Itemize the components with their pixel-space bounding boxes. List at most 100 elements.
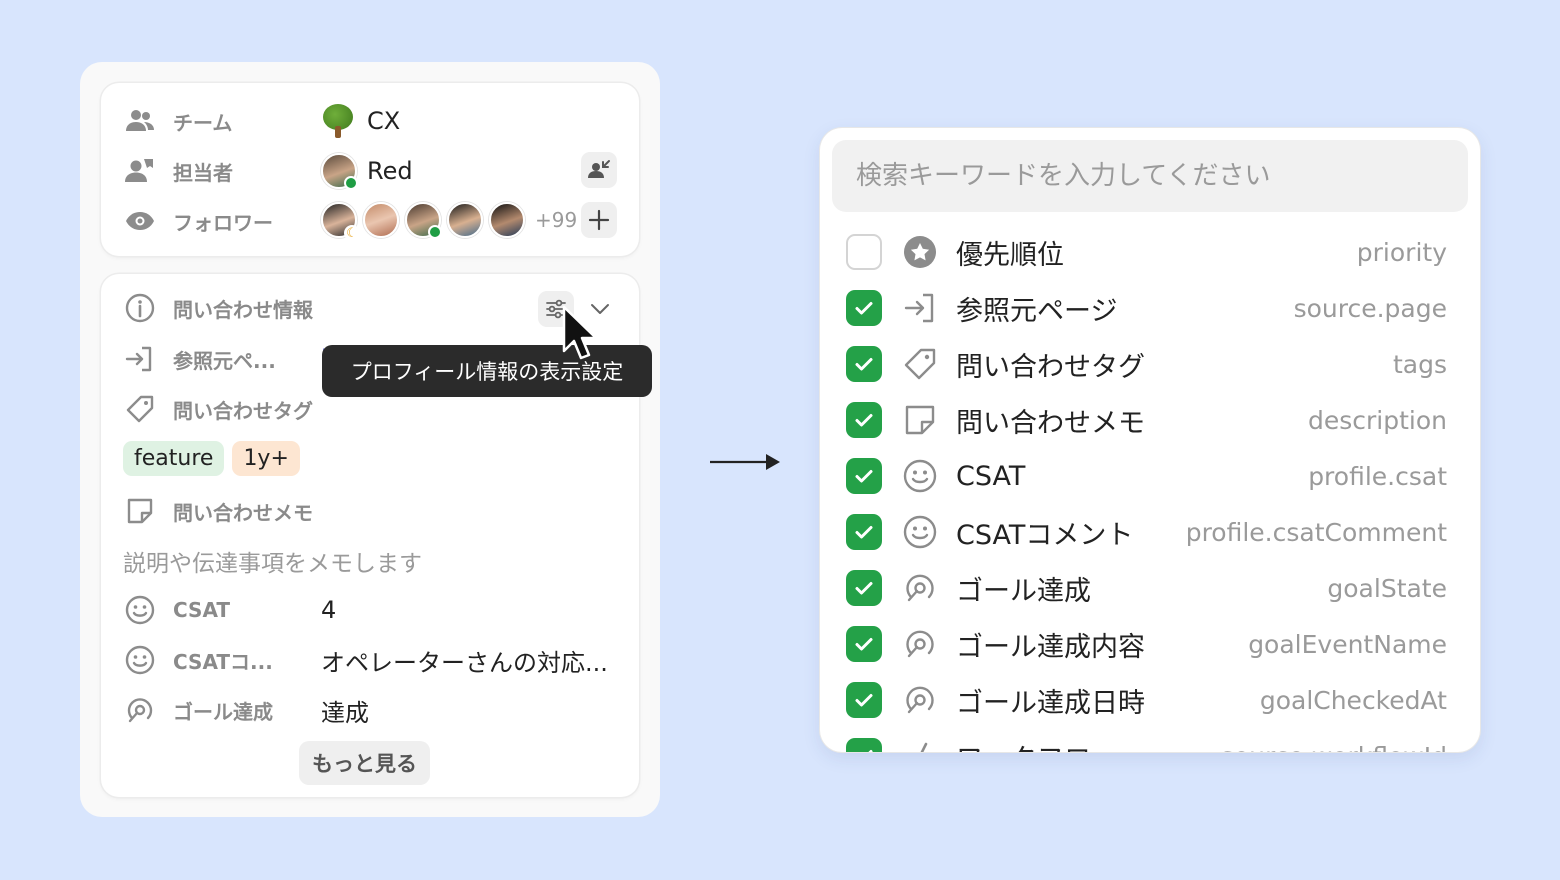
goal-label: ゴール達成: [173, 699, 273, 724]
people-card: チーム CX 担当者 Red フォロワー ☾ +99: [101, 83, 639, 256]
field-option-key: goalEventName: [1248, 629, 1447, 659]
assignee-icon: [123, 154, 157, 188]
field-checkbox[interactable]: [846, 738, 882, 752]
mouse-cursor-icon: [562, 305, 598, 360]
add-follower-button[interactable]: [581, 202, 617, 238]
team-icon: [123, 104, 157, 138]
assignee-value[interactable]: Red: [321, 153, 413, 190]
follower-avatar: [447, 202, 483, 238]
field-option-key: description: [1307, 405, 1447, 435]
field-checkbox[interactable]: [846, 626, 882, 662]
assign-to-me-icon: [588, 160, 610, 178]
smile-icon: [123, 643, 157, 677]
field-option-row[interactable]: 参照元ページ source.page: [820, 280, 1480, 336]
smile-icon: [902, 458, 938, 494]
assignee-row: 担当者 Red: [123, 153, 623, 190]
memo-row: 問い合わせメモ: [123, 493, 623, 529]
search-input[interactable]: [832, 140, 1468, 212]
star-icon: [902, 234, 938, 270]
show-more-button[interactable]: もっと見る: [299, 741, 430, 785]
field-option-key: tags: [1392, 349, 1447, 379]
field-checkbox[interactable]: [846, 346, 882, 382]
field-option-row[interactable]: 優先順位 priority: [820, 224, 1480, 280]
enter-icon: [902, 290, 938, 326]
goal-icon: [902, 570, 938, 606]
goal-row: ゴール達成 達成: [123, 692, 623, 728]
goal-icon: [123, 693, 157, 727]
csat-label: CSAT: [173, 598, 231, 622]
info-icon: [123, 291, 157, 325]
away-moon-icon: ☾: [344, 225, 360, 241]
plus-icon: [588, 209, 610, 231]
field-option-label: 問い合わせメモ: [956, 407, 1145, 439]
follower-avatar: [405, 202, 442, 239]
follower-avatar: [363, 202, 399, 238]
memo-label: 問い合わせメモ: [173, 500, 313, 525]
online-status-dot: [428, 225, 442, 239]
arrow-right-icon: [710, 454, 780, 470]
field-option-key: source.workflowId: [1221, 742, 1447, 753]
online-status-dot: [344, 176, 358, 190]
field-option-label: ゴール達成: [956, 575, 1091, 607]
field-checkbox[interactable]: [846, 234, 882, 270]
field-checkbox[interactable]: [846, 514, 882, 550]
csat-comment-row: CSATコ... オペレーターさんの対応...: [123, 642, 623, 678]
field-option-row[interactable]: CSATコメント profile.csatComment: [820, 504, 1480, 560]
field-checkbox[interactable]: [846, 570, 882, 606]
field-option-row[interactable]: 問い合わせタグ tags: [820, 336, 1480, 392]
field-option-key: goalCheckedAt: [1259, 685, 1447, 715]
tag-icon: [123, 392, 157, 426]
field-option-row[interactable]: CSAT profile.csat: [820, 448, 1480, 504]
field-option-label: 参照元ページ: [956, 295, 1118, 327]
assignee-label: 担当者: [173, 160, 233, 185]
field-option-key: goalState: [1327, 573, 1447, 603]
followers-more-count[interactable]: +99: [535, 208, 577, 232]
field-option-key: source.page: [1293, 293, 1447, 323]
assignee-name: Red: [367, 157, 413, 185]
field-checkbox[interactable]: [846, 290, 882, 326]
csat-comment-label: CSATコ...: [173, 649, 273, 674]
field-option-row[interactable]: ゴール達成 goalState: [820, 560, 1480, 616]
follower-avatar: ☾: [321, 202, 360, 241]
field-option-key: profile.csatComment: [1185, 517, 1447, 547]
source-page-label: 参照元ペ...: [173, 348, 276, 373]
field-option-label: ゴール達成日時: [956, 687, 1145, 719]
csat-value: 4: [321, 596, 337, 624]
display-settings-panel: 優先順位 priority 参照元ページ source.page 問い合わせタグ tags…: [820, 128, 1480, 752]
team-name: CX: [367, 107, 401, 135]
team-label: チーム: [173, 110, 233, 135]
tag-chip[interactable]: feature: [123, 441, 225, 476]
field-option-label: 問い合わせタグ: [956, 351, 1145, 383]
note-icon: [123, 494, 157, 528]
eye-icon: [123, 204, 157, 238]
field-checkbox[interactable]: [846, 458, 882, 494]
smile-icon: [123, 593, 157, 627]
field-option-label: 優先順位: [956, 239, 1064, 271]
field-option-label: CSATコメント: [956, 519, 1134, 551]
team-tree-icon: [321, 104, 355, 138]
profile-panel: チーム CX 担当者 Red フォロワー ☾ +99 問い合わせ情報 参照元ペ.…: [80, 62, 660, 817]
field-option-label: CSAT: [956, 460, 1026, 492]
field-checkbox[interactable]: [846, 682, 882, 718]
assign-to-me-button[interactable]: [581, 152, 617, 188]
tag-chip[interactable]: 1y+: [232, 441, 300, 476]
csat-row: CSAT 4: [123, 592, 623, 628]
smile-icon: [902, 514, 938, 550]
followers-avatars[interactable]: ☾ +99: [321, 202, 577, 241]
field-option-row[interactable]: 問い合わせメモ description: [820, 392, 1480, 448]
followers-label: フォロワー: [173, 210, 273, 235]
team-row: チーム CX: [123, 103, 623, 139]
note-icon: [902, 402, 938, 438]
goal-icon: [902, 626, 938, 662]
team-value[interactable]: CX: [321, 104, 400, 138]
field-option-row[interactable]: ワークフロー source.workflowId: [820, 728, 1480, 752]
field-option-row[interactable]: ゴール達成内容 goalEventName: [820, 616, 1480, 672]
csat-comment-value: オペレーターさんの対応...: [321, 648, 608, 677]
enter-icon: [123, 342, 157, 376]
field-option-label: ゴール達成内容: [956, 631, 1145, 663]
field-option-row[interactable]: ゴール達成日時 goalCheckedAt: [820, 672, 1480, 728]
follower-avatar: [489, 202, 525, 238]
field-checkbox[interactable]: [846, 402, 882, 438]
memo-input[interactable]: 説明や伝達事項をメモします: [123, 544, 422, 578]
field-option-label: ワークフロー: [956, 737, 1118, 753]
